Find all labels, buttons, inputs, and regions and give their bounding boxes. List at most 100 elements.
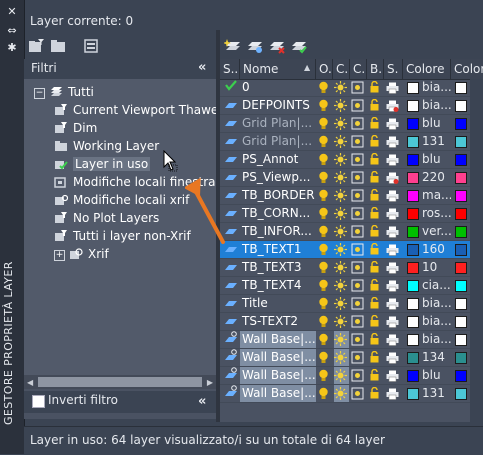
on-bulb-icon[interactable] — [318, 169, 332, 186]
plot-printer-icon[interactable] — [386, 241, 402, 258]
color-name-cell[interactable]: 10 — [422, 259, 451, 276]
layer-name-cell[interactable]: Grid Plan|... — [240, 133, 316, 150]
plot-printer-icon[interactable] — [386, 133, 402, 150]
filter-tree-item[interactable]: Tutti i layer non-Xrif — [54, 227, 191, 245]
plot-printer-icon[interactable] — [386, 79, 402, 96]
thaw-sun-icon[interactable] — [334, 241, 349, 258]
vp-freeze-icon[interactable] — [351, 331, 366, 348]
filter-tree-item[interactable]: Dim — [54, 119, 97, 137]
layer-row[interactable]: 0bia...bia — [220, 79, 483, 97]
color-swatch[interactable] — [407, 244, 419, 256]
color-swatch[interactable] — [407, 226, 419, 238]
vp-color-swatch[interactable] — [455, 298, 467, 310]
lock-icon[interactable] — [369, 115, 383, 132]
plot-printer-icon[interactable] — [386, 259, 402, 276]
color-name-cell[interactable]: blu — [422, 367, 451, 384]
plot-printer-icon[interactable] — [386, 313, 402, 330]
thaw-sun-icon[interactable] — [334, 223, 349, 240]
column-header[interactable]: Colore — [403, 59, 451, 79]
color-name-cell[interactable]: bia... — [422, 331, 451, 348]
layer-name-cell[interactable]: TB_TEXT1 — [240, 241, 316, 258]
vp-freeze-icon[interactable] — [351, 295, 366, 312]
lock-icon[interactable] — [369, 277, 383, 294]
color-swatch[interactable] — [407, 190, 419, 202]
new-layer-icon[interactable] — [224, 38, 242, 54]
lock-icon[interactable] — [369, 349, 383, 366]
on-bulb-icon[interactable] — [318, 241, 332, 258]
on-bulb-icon[interactable] — [318, 277, 332, 294]
vp-color-swatch[interactable] — [455, 334, 467, 346]
vp-color-swatch[interactable] — [455, 280, 467, 292]
filter-tree-item[interactable]: No Plot Layers — [54, 209, 159, 227]
lock-icon[interactable] — [369, 241, 383, 258]
color-swatch[interactable] — [407, 136, 419, 148]
column-header[interactable]: Colore — [451, 59, 483, 79]
vp-freeze-icon[interactable] — [351, 313, 366, 330]
filter-tree-item[interactable]: − Tutti — [34, 83, 94, 101]
filter-horizontal-scrollbar[interactable]: ◀ ▶ — [24, 375, 216, 389]
filter-tree-item[interactable]: Modifiche locali xrif — [54, 191, 189, 209]
filter-tree-item[interactable]: Layer in uso — [54, 155, 151, 173]
color-name-cell[interactable]: bia... — [422, 97, 451, 114]
layer-name-cell[interactable]: Wall Base|... — [240, 331, 316, 348]
plot-printer-icon[interactable] — [386, 97, 402, 114]
on-bulb-icon[interactable] — [318, 133, 332, 150]
on-bulb-icon[interactable] — [318, 223, 332, 240]
autohide-icon[interactable]: ⇔ — [6, 25, 18, 37]
on-bulb-icon[interactable] — [318, 97, 332, 114]
color-swatch[interactable] — [407, 208, 419, 220]
vp-freeze-icon[interactable] — [351, 79, 366, 96]
plot-printer-icon[interactable] — [386, 169, 402, 186]
plot-printer-icon[interactable] — [386, 277, 402, 294]
scroll-thumb[interactable] — [38, 377, 202, 387]
color-name-cell[interactable]: cia... — [422, 277, 451, 294]
plot-printer-icon[interactable] — [386, 331, 402, 348]
lock-icon[interactable] — [369, 79, 383, 96]
layer-row[interactable]: TB_TEXT116016 — [220, 241, 483, 259]
vp-color-swatch[interactable] — [455, 208, 467, 220]
color-swatch[interactable] — [407, 352, 419, 364]
lock-icon[interactable] — [369, 223, 383, 240]
on-bulb-icon[interactable] — [318, 385, 332, 402]
layer-row[interactable]: Wall Base|...13113 — [220, 385, 483, 403]
plot-printer-icon[interactable] — [386, 151, 402, 168]
thaw-sun-icon[interactable] — [334, 115, 349, 132]
vp-color-swatch[interactable] — [455, 262, 467, 274]
layer-row[interactable]: PS_Annotblublu — [220, 151, 483, 169]
on-bulb-icon[interactable] — [318, 151, 332, 168]
collapse-filter-pane-icon[interactable]: « — [198, 60, 207, 75]
column-header[interactable]: S.. — [220, 59, 240, 79]
lock-icon[interactable] — [369, 367, 383, 384]
lock-icon[interactable] — [369, 205, 383, 222]
lock-icon[interactable] — [369, 97, 383, 114]
vp-freeze-icon[interactable] — [351, 349, 366, 366]
plot-printer-icon[interactable] — [386, 349, 402, 366]
plot-printer-icon[interactable] — [386, 205, 402, 222]
color-name-cell[interactable]: 160 — [422, 241, 451, 258]
color-name-cell[interactable]: ver... — [422, 223, 451, 240]
layer-name-cell[interactable]: DEFPOINTS — [240, 97, 316, 114]
color-swatch[interactable] — [407, 172, 419, 184]
vp-color-swatch[interactable] — [455, 118, 467, 130]
thaw-sun-icon[interactable] — [334, 187, 349, 204]
color-name-cell[interactable]: blu — [422, 115, 451, 132]
new-property-filter-icon[interactable] — [28, 38, 46, 54]
column-header[interactable]: C. — [333, 59, 350, 79]
color-swatch[interactable] — [407, 334, 419, 346]
color-name-cell[interactable]: bia... — [422, 79, 451, 96]
layer-name-cell[interactable]: TB_CORN... — [240, 205, 316, 222]
layer-row[interactable]: PS_Viewp...220220 — [220, 169, 483, 187]
tree-expander-icon[interactable]: − — [34, 88, 45, 99]
color-swatch[interactable] — [407, 316, 419, 328]
invert-filter-checkbox[interactable] — [32, 395, 45, 408]
plot-printer-icon[interactable] — [386, 367, 402, 384]
color-swatch[interactable] — [407, 118, 419, 130]
thaw-sun-icon[interactable] — [334, 151, 349, 168]
color-name-cell[interactable]: blu — [422, 151, 451, 168]
color-name-cell[interactable]: ma... — [422, 187, 451, 204]
layer-name-cell[interactable]: Wall Base|... — [240, 385, 316, 402]
layer-row[interactable]: TB_TEXT31010 — [220, 259, 483, 277]
vp-freeze-icon[interactable] — [351, 241, 366, 258]
layer-row[interactable]: DEFPOINTSbia...bia — [220, 97, 483, 115]
lock-icon[interactable] — [369, 331, 383, 348]
